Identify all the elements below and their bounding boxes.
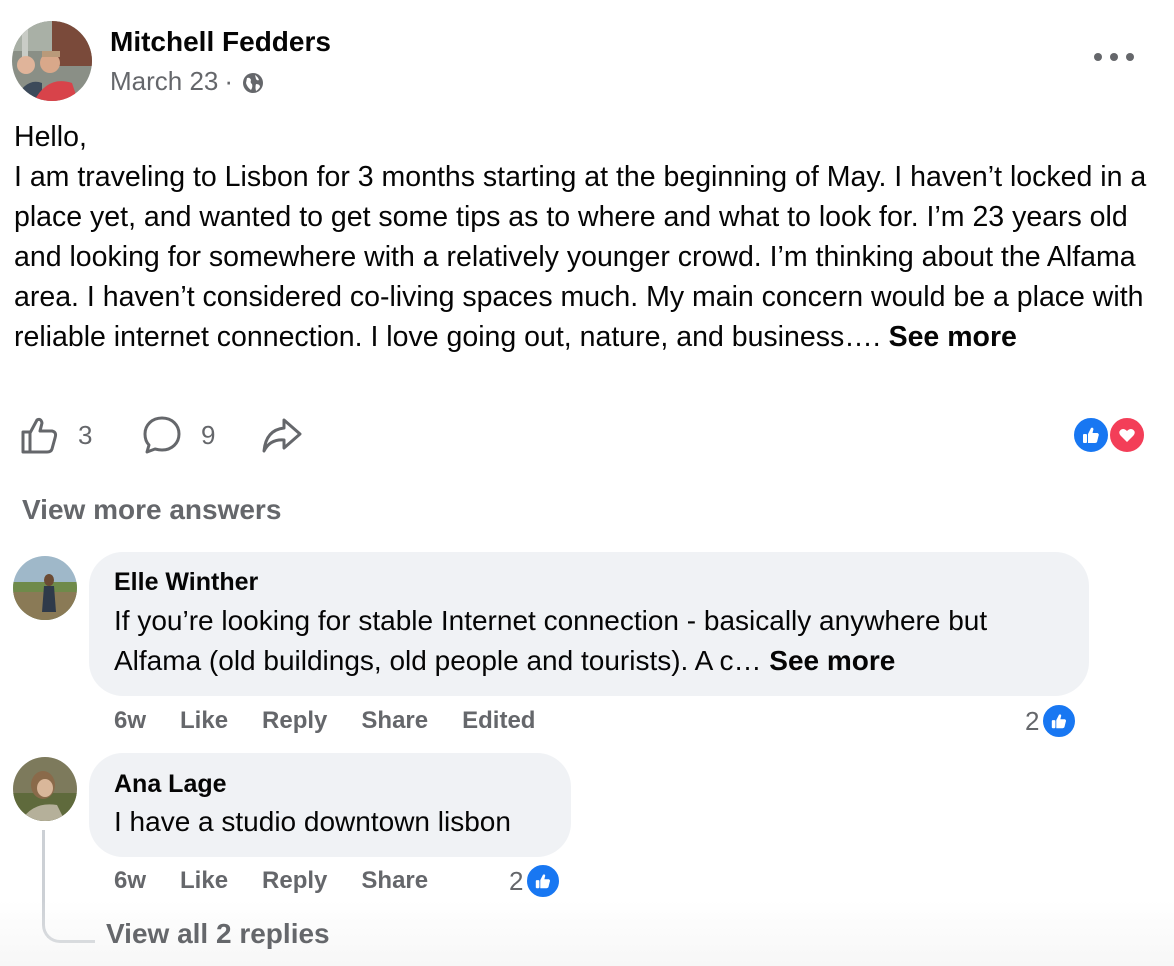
commenter-avatar[interactable] (13, 757, 77, 821)
comment-time[interactable]: 6w (114, 867, 146, 895)
comment-icon (143, 416, 181, 454)
comment-edited-label[interactable]: Edited (462, 707, 535, 735)
like-reaction-icon (1072, 416, 1110, 454)
commenter-name[interactable]: Ana Lage (114, 770, 227, 799)
comment-button[interactable]: 9 (141, 414, 215, 456)
like-reaction-icon (525, 863, 562, 899)
love-reaction-icon (1108, 416, 1146, 454)
comment-text: I have a studio downtown lisbon (114, 806, 511, 837)
comment-bubble: Elle Winther If you’re looking for stabl… (89, 552, 1089, 696)
like-button[interactable]: 3 (18, 414, 92, 456)
more-horizontal-icon (1094, 53, 1102, 61)
post-body-paragraph: I am traveling to Lisbon for 3 months st… (14, 157, 1164, 357)
commenter-name[interactable]: Elle Winther (114, 568, 258, 597)
more-options-button[interactable] (1094, 44, 1134, 70)
meta-separator: · (224, 66, 234, 96)
comment-actions: 6w Like Reply Share Edited (114, 707, 569, 735)
see-more-link[interactable]: See more (889, 321, 1017, 353)
comment-share-button[interactable]: Share (361, 867, 428, 895)
post-meta: March 23 · (110, 64, 265, 98)
share-button[interactable] (260, 414, 304, 456)
like-count: 3 (78, 419, 93, 450)
post-date[interactable]: March 23 (110, 64, 218, 98)
comment-reaction-count: 2 (509, 865, 524, 896)
thumbs-up-icon (21, 417, 58, 454)
commenter-avatar[interactable] (13, 556, 77, 620)
reply-thread-line (42, 830, 95, 943)
comment-like-button[interactable]: Like (180, 867, 228, 895)
share-icon (262, 418, 302, 453)
post-body: Hello, I am traveling to Lisbon for 3 mo… (14, 117, 1164, 357)
comment-time[interactable]: 6w (114, 707, 146, 735)
post-body-greeting: Hello, (14, 121, 87, 153)
globe-icon (241, 69, 265, 93)
comment-reaction-count: 2 (1025, 705, 1040, 736)
author-avatar[interactable] (12, 21, 92, 101)
view-all-replies-link[interactable]: View all 2 replies (106, 918, 330, 950)
comment-reply-button[interactable]: Reply (262, 867, 327, 895)
comment-like-button[interactable]: Like (180, 707, 228, 735)
author-name[interactable]: Mitchell Fedders (110, 25, 331, 59)
post-reactions[interactable] (1072, 416, 1148, 456)
view-more-answers-link[interactable]: View more answers (22, 494, 281, 526)
comment-reactions[interactable]: 2 (1025, 703, 1078, 739)
comment-count: 9 (201, 419, 216, 450)
comment-share-button[interactable]: Share (361, 707, 428, 735)
comment-reply-button[interactable]: Reply (262, 707, 327, 735)
comment-reactions[interactable]: 2 (509, 863, 562, 899)
comment-bubble: Ana Lage I have a studio downtown lisbon (89, 753, 571, 857)
comment-actions: 6w Like Reply Share (114, 867, 462, 895)
see-more-link[interactable]: See more (769, 645, 895, 676)
like-reaction-icon (1041, 703, 1078, 739)
comment-text: If you’re looking for stable Internet co… (114, 601, 1074, 681)
post-card: Mitchell Fedders March 23 · Hello, I am … (0, 0, 1174, 966)
